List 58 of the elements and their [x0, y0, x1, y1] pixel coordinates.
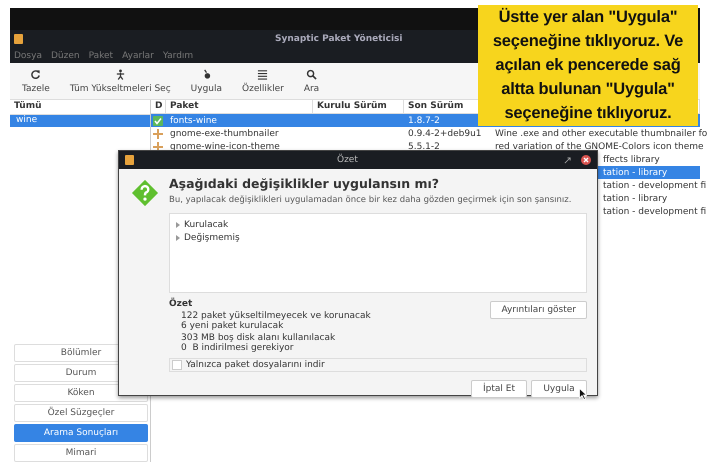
table-cell-text: ffects library	[602, 154, 661, 164]
toolbar-button[interactable]: Uygula	[184, 66, 228, 96]
table-cell-text: red variation of the GNOME-Colors icon theme	[494, 142, 705, 152]
table-cell-text: 0.9.4-2+deb9u1	[407, 128, 483, 138]
filter-button[interactable]: Özel Süzgeçler	[14, 404, 148, 422]
filter-item[interactable]: wine	[10, 115, 150, 127]
close-icon[interactable]	[581, 155, 591, 165]
summary-line: 122 paket yükseltilmeyecek ve korunacak	[181, 311, 372, 321]
column-header[interactable]: Son Sürüm	[408, 101, 464, 111]
table-cell-text: 1.8.7-2	[407, 116, 441, 126]
dialog-title: Özet	[337, 155, 358, 165]
table-cell-text: fonts-wine	[169, 116, 218, 126]
table-cell-text: tation - development fi	[602, 180, 708, 190]
person-icon	[114, 68, 126, 80]
checkbox[interactable]	[172, 360, 182, 370]
app-icon	[125, 155, 134, 165]
toolbar-button[interactable]: Ara	[298, 66, 326, 96]
column-header[interactable]: D	[155, 101, 162, 111]
table-cell-text: 5.5.1-2	[407, 142, 441, 152]
summary-title: Özet	[169, 299, 194, 309]
menu-item[interactable]: Yardım	[162, 50, 194, 60]
question-icon	[131, 179, 159, 207]
tree-item[interactable]: Değişmemiş	[184, 232, 240, 242]
list-icon	[257, 68, 268, 80]
dialog-heading: Aşağıdaki değişiklikler uygulansın mı?	[169, 176, 440, 191]
menu-item[interactable]: Düzen	[50, 50, 80, 60]
summary-line: 6 yeni paket kurulacak	[181, 321, 284, 331]
table-cell-text: tation - development fi	[602, 206, 708, 216]
expander-icon[interactable]	[176, 234, 180, 240]
column-header[interactable]: Paket	[170, 101, 199, 111]
table-cell-text: Wine .exe and other executable thumbnailer fo	[494, 128, 708, 138]
table-cell-text: gnome-wine-icon-theme	[169, 142, 281, 152]
filter-button[interactable]: Mimari	[14, 444, 148, 462]
dialog-button[interactable]: Uygula	[531, 380, 587, 398]
table-cell-text: tation - library	[602, 168, 668, 178]
summary-line: 0 B indirilmesi gerekiyor	[181, 343, 294, 353]
menu-item[interactable]: Dosya	[14, 50, 42, 60]
toolbar-button[interactable]: Tazele	[16, 66, 56, 96]
refresh-icon	[30, 68, 42, 80]
menu-item[interactable]: Ayarlar	[122, 50, 154, 60]
dialog-text: Bu, yapılacak değişiklikleri uygulamadan önce bir kez daha gözden geçirmek için son şansınız.	[169, 195, 572, 205]
search-icon	[306, 68, 318, 80]
app-icon	[14, 34, 23, 44]
filter-button[interactable]: Arama Sonuçları	[14, 424, 148, 442]
tree-item[interactable]: Kurulacak	[184, 220, 228, 230]
summary-line: 303 MB boş disk alanı kullanılacak	[181, 333, 336, 343]
table-cell-text: tation - library	[602, 194, 668, 204]
dialog-button[interactable]: İptal Et	[471, 380, 527, 398]
column-header[interactable]: Kurulu Sürüm	[317, 101, 387, 111]
window-title: Synaptic Paket Yöneticisi	[275, 34, 402, 44]
table-cell-text: gnome-exe-thumbnailer	[169, 128, 280, 138]
expander-icon[interactable]	[176, 222, 180, 228]
menu-item[interactable]: Paket	[88, 50, 114, 60]
maximize-icon[interactable]	[564, 156, 571, 164]
toolbar-button[interactable]: Özellikler	[236, 66, 290, 96]
details-button[interactable]: Ayrıntıları göster	[490, 301, 587, 319]
toolbar-button[interactable]: Tüm Yükseltmeleri Seç	[64, 66, 177, 96]
callout-note: Üstte yer alan "Uygula" seçeneğine tıklıyoruz. Ve açılan ek pencerede sağ altta bulunan "Uygula" seçeneğine tıklıyoruz.	[478, 5, 698, 126]
